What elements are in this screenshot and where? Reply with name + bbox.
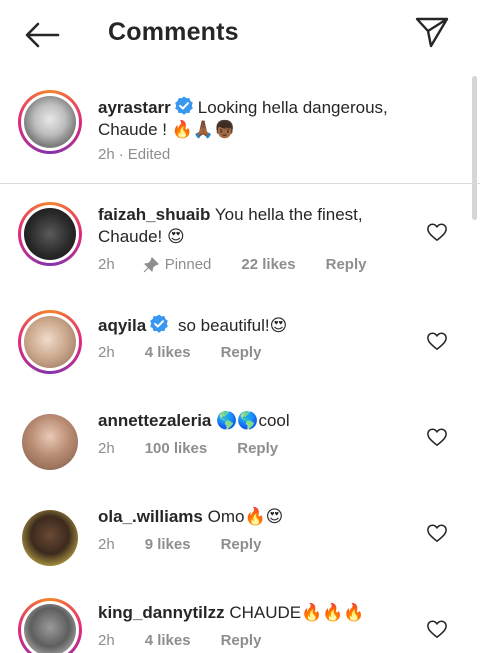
comment-meta: 2h 4 likes Reply (98, 344, 261, 361)
comment-time: 2h (98, 344, 115, 361)
avatar[interactable] (18, 90, 82, 154)
comment-username[interactable]: annettezaleria (98, 411, 211, 430)
reply-button[interactable]: Reply (221, 536, 262, 553)
comment-time: 2h (98, 256, 115, 273)
divider (0, 183, 480, 184)
comment-text: king_dannytilzz CHAUDE🔥🔥🔥 (98, 602, 418, 624)
reply-button[interactable]: Reply (221, 344, 262, 361)
comment-username[interactable]: ayrastarr (98, 98, 171, 117)
caption-text: ayrastarr Looking hella dangerous, Chaude… (98, 96, 418, 141)
avatar[interactable] (18, 410, 82, 474)
comment-username[interactable]: king_dannytilzz (98, 603, 225, 622)
comment-meta: 2h 4 likes Reply (98, 632, 261, 649)
heart-outline-icon[interactable] (426, 331, 448, 351)
back-button[interactable] (22, 18, 62, 52)
share-button[interactable] (412, 14, 452, 50)
comment-text: aqyila so beautiful!😍 (98, 314, 418, 337)
comment-body: CHAUDE🔥🔥🔥 (229, 603, 365, 622)
arrow-left-icon (25, 22, 60, 48)
reply-button[interactable]: Reply (326, 256, 367, 273)
avatar[interactable] (18, 310, 82, 374)
comment-meta: 2h 100 likes Reply (98, 440, 278, 457)
comment-time: 2h (98, 632, 115, 649)
comment-body: Omo🔥😍 (207, 507, 284, 526)
caption-meta: 2h · Edited (98, 146, 171, 163)
heart-outline-icon[interactable] (426, 619, 448, 639)
heart-outline-icon[interactable] (426, 222, 448, 242)
reply-button[interactable]: Reply (237, 440, 278, 457)
verified-badge-icon (150, 314, 169, 333)
likes-count[interactable]: 4 likes (145, 344, 191, 361)
avatar[interactable] (18, 598, 82, 653)
avatar[interactable] (18, 506, 82, 570)
reply-button[interactable]: Reply (221, 632, 262, 649)
comment-body: 🌎🌎cool (216, 411, 290, 430)
comment-meta: 2h 9 likes Reply (98, 536, 261, 553)
likes-count[interactable]: 9 likes (145, 536, 191, 553)
heart-outline-icon[interactable] (426, 427, 448, 447)
comment-text: faizah_shuaib You hella the finest, Chau… (98, 204, 418, 248)
likes-count[interactable]: 100 likes (145, 440, 208, 457)
pin-icon (143, 256, 159, 272)
paper-plane-icon (415, 17, 449, 48)
likes-count[interactable]: 22 likes (241, 256, 295, 273)
comment-time: 2h (98, 440, 115, 457)
comment-body: so beautiful!😍 (177, 316, 288, 335)
header-bar: Comments (0, 0, 480, 66)
page-title: Comments (108, 18, 239, 46)
comment-text: ola_.williams Omo🔥😍 (98, 506, 418, 528)
comment-meta: 2h Pinned 22 likes Reply (98, 256, 366, 273)
comment-time: 2h (98, 146, 115, 163)
scrollbar[interactable] (472, 76, 477, 220)
comment-text: annettezaleria 🌎🌎cool (98, 410, 418, 432)
comment-time: 2h (98, 536, 115, 553)
heart-outline-icon[interactable] (426, 523, 448, 543)
pinned-label: Pinned (164, 256, 212, 273)
comment-username[interactable]: aqyila (98, 316, 146, 335)
comment-username[interactable]: faizah_shuaib (98, 205, 210, 224)
likes-count[interactable]: 4 likes (145, 632, 191, 649)
avatar[interactable] (18, 202, 82, 266)
comment-username[interactable]: ola_.williams (98, 507, 203, 526)
verified-badge-icon (174, 96, 193, 115)
edited-label: Edited (127, 146, 171, 163)
